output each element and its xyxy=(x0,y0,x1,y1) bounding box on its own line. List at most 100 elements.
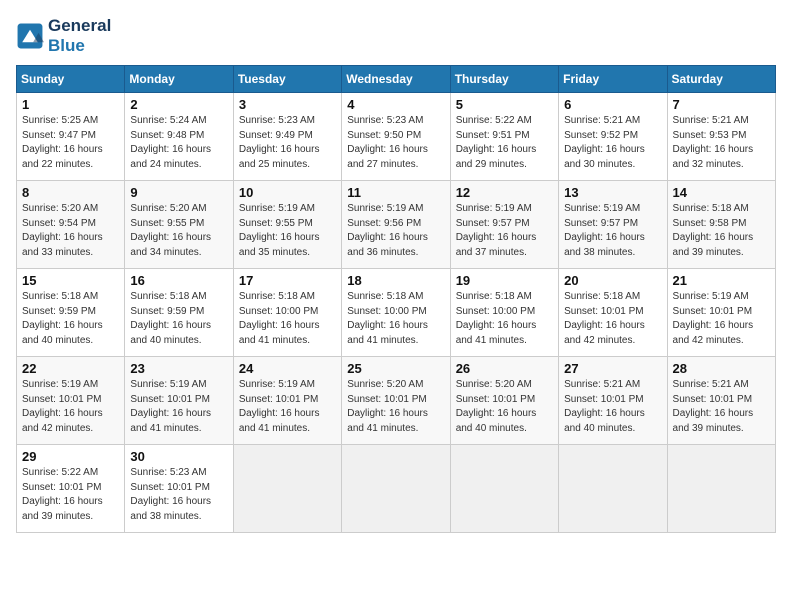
calendar-body: 1 Sunrise: 5:25 AMSunset: 9:47 PMDaylight… xyxy=(17,93,776,533)
weekday-header-cell: Sunday xyxy=(17,66,125,93)
weekday-header-cell: Monday xyxy=(125,66,233,93)
calendar-cell: 2 Sunrise: 5:24 AMSunset: 9:48 PMDaylight… xyxy=(125,93,233,181)
calendar-row: 29Sunrise: 5:22 AMSunset: 10:01 PMDaylig… xyxy=(17,445,776,533)
weekday-header-cell: Wednesday xyxy=(342,66,450,93)
calendar-cell: 28 Sunrise: 5:21 AMSunset: 10:01 PMDaylig… xyxy=(667,357,775,445)
weekday-header-cell: Friday xyxy=(559,66,667,93)
day-number: 15 xyxy=(22,273,119,288)
day-detail: Sunrise: 5:19 AMSunset: 10:01 PMDaylight… xyxy=(673,290,770,348)
day-detail: Sunrise: 5:18 AMSunset: 10:01 PMDaylight… xyxy=(564,290,661,348)
day-detail: Sunrise: 5:22 AMSunset: 10:01 PMDaylight… xyxy=(22,466,119,524)
day-detail: Sunrise: 5:21 AMSunset: 9:53 PMDaylight:… xyxy=(673,114,770,172)
day-number: 6 xyxy=(564,97,661,112)
day-number: 11 xyxy=(347,185,444,200)
calendar-row: 15 Sunrise: 5:18 AMSunset: 9:59 PMDayligh… xyxy=(17,269,776,357)
day-number: 16 xyxy=(130,273,227,288)
day-number: 14 xyxy=(673,185,770,200)
calendar-cell: 1 Sunrise: 5:25 AMSunset: 9:47 PMDaylight… xyxy=(17,93,125,181)
day-number: 8 xyxy=(22,185,119,200)
day-number: 5 xyxy=(456,97,553,112)
day-detail: Sunrise: 5:18 AMSunset: 9:58 PMDaylight:… xyxy=(673,202,770,260)
calendar-cell: 17 Sunrise: 5:18 AMSunset: 10:00 PMDaylig… xyxy=(233,269,341,357)
calendar-cell: 6 Sunrise: 5:21 AMSunset: 9:52 PMDaylight… xyxy=(559,93,667,181)
calendar-cell: 29Sunrise: 5:22 AMSunset: 10:01 PMDaylig… xyxy=(17,445,125,533)
day-detail: Sunrise: 5:19 AMSunset: 10:01 PMDaylight… xyxy=(239,378,336,436)
day-detail: Sunrise: 5:18 AMSunset: 10:00 PMDaylight… xyxy=(239,290,336,348)
day-detail: Sunrise: 5:19 AMSunset: 10:01 PMDaylight… xyxy=(22,378,119,436)
logo-text: General Blue xyxy=(48,16,111,55)
day-detail: Sunrise: 5:24 AMSunset: 9:48 PMDaylight:… xyxy=(130,114,227,172)
day-detail: Sunrise: 5:23 AMSunset: 10:01 PMDaylight… xyxy=(130,466,227,524)
day-number: 19 xyxy=(456,273,553,288)
calendar-cell: 20 Sunrise: 5:18 AMSunset: 10:01 PMDaylig… xyxy=(559,269,667,357)
logo: General Blue xyxy=(16,16,111,55)
calendar-table: SundayMondayTuesdayWednesdayThursdayFrid… xyxy=(16,65,776,533)
day-number: 22 xyxy=(22,361,119,376)
day-number: 25 xyxy=(347,361,444,376)
calendar-cell: 7 Sunrise: 5:21 AMSunset: 9:53 PMDaylight… xyxy=(667,93,775,181)
day-number: 4 xyxy=(347,97,444,112)
day-detail: Sunrise: 5:18 AMSunset: 10:00 PMDaylight… xyxy=(347,290,444,348)
weekday-header-cell: Thursday xyxy=(450,66,558,93)
day-number: 17 xyxy=(239,273,336,288)
day-number: 3 xyxy=(239,97,336,112)
day-detail: Sunrise: 5:18 AMSunset: 10:00 PMDaylight… xyxy=(456,290,553,348)
calendar-cell: 19 Sunrise: 5:18 AMSunset: 10:00 PMDaylig… xyxy=(450,269,558,357)
day-number: 1 xyxy=(22,97,119,112)
day-detail: Sunrise: 5:19 AMSunset: 9:56 PMDaylight:… xyxy=(347,202,444,260)
calendar-cell: 3 Sunrise: 5:23 AMSunset: 9:49 PMDaylight… xyxy=(233,93,341,181)
day-number: 23 xyxy=(130,361,227,376)
day-detail: Sunrise: 5:19 AMSunset: 9:57 PMDaylight:… xyxy=(564,202,661,260)
day-detail: Sunrise: 5:20 AMSunset: 10:01 PMDaylight… xyxy=(347,378,444,436)
day-number: 18 xyxy=(347,273,444,288)
day-detail: Sunrise: 5:20 AMSunset: 10:01 PMDaylight… xyxy=(456,378,553,436)
day-number: 20 xyxy=(564,273,661,288)
calendar-cell: 18 Sunrise: 5:18 AMSunset: 10:00 PMDaylig… xyxy=(342,269,450,357)
calendar-row: 22 Sunrise: 5:19 AMSunset: 10:01 PMDaylig… xyxy=(17,357,776,445)
day-number: 26 xyxy=(456,361,553,376)
calendar-row: 1 Sunrise: 5:25 AMSunset: 9:47 PMDaylight… xyxy=(17,93,776,181)
day-detail: Sunrise: 5:19 AMSunset: 9:57 PMDaylight:… xyxy=(456,202,553,260)
day-number: 30 xyxy=(130,449,227,464)
calendar-cell: 9 Sunrise: 5:20 AMSunset: 9:55 PMDaylight… xyxy=(125,181,233,269)
day-number: 2 xyxy=(130,97,227,112)
day-detail: Sunrise: 5:21 AMSunset: 10:01 PMDaylight… xyxy=(564,378,661,436)
day-number: 27 xyxy=(564,361,661,376)
calendar-cell: 21 Sunrise: 5:19 AMSunset: 10:01 PMDaylig… xyxy=(667,269,775,357)
calendar-cell xyxy=(667,445,775,533)
day-detail: Sunrise: 5:20 AMSunset: 9:54 PMDaylight:… xyxy=(22,202,119,260)
day-number: 7 xyxy=(673,97,770,112)
day-detail: Sunrise: 5:25 AMSunset: 9:47 PMDaylight:… xyxy=(22,114,119,172)
day-detail: Sunrise: 5:22 AMSunset: 9:51 PMDaylight:… xyxy=(456,114,553,172)
calendar-cell xyxy=(342,445,450,533)
calendar-cell xyxy=(233,445,341,533)
calendar-cell: 5 Sunrise: 5:22 AMSunset: 9:51 PMDaylight… xyxy=(450,93,558,181)
calendar-cell: 8 Sunrise: 5:20 AMSunset: 9:54 PMDaylight… xyxy=(17,181,125,269)
calendar-row: 8 Sunrise: 5:20 AMSunset: 9:54 PMDaylight… xyxy=(17,181,776,269)
calendar-cell: 22 Sunrise: 5:19 AMSunset: 10:01 PMDaylig… xyxy=(17,357,125,445)
day-number: 12 xyxy=(456,185,553,200)
day-number: 28 xyxy=(673,361,770,376)
day-number: 13 xyxy=(564,185,661,200)
day-detail: Sunrise: 5:23 AMSunset: 9:49 PMDaylight:… xyxy=(239,114,336,172)
day-detail: Sunrise: 5:23 AMSunset: 9:50 PMDaylight:… xyxy=(347,114,444,172)
day-number: 10 xyxy=(239,185,336,200)
day-detail: Sunrise: 5:18 AMSunset: 9:59 PMDaylight:… xyxy=(22,290,119,348)
day-detail: Sunrise: 5:21 AMSunset: 10:01 PMDaylight… xyxy=(673,378,770,436)
calendar-cell: 23Sunrise: 5:19 AMSunset: 10:01 PMDaylig… xyxy=(125,357,233,445)
day-detail: Sunrise: 5:21 AMSunset: 9:52 PMDaylight:… xyxy=(564,114,661,172)
day-number: 21 xyxy=(673,273,770,288)
calendar-cell: 16Sunrise: 5:18 AMSunset: 9:59 PMDayligh… xyxy=(125,269,233,357)
calendar-cell: 26 Sunrise: 5:20 AMSunset: 10:01 PMDaylig… xyxy=(450,357,558,445)
day-detail: Sunrise: 5:20 AMSunset: 9:55 PMDaylight:… xyxy=(130,202,227,260)
logo-icon xyxy=(16,22,44,50)
day-detail: Sunrise: 5:19 AMSunset: 9:55 PMDaylight:… xyxy=(239,202,336,260)
day-number: 9 xyxy=(130,185,227,200)
calendar-cell: 14 Sunrise: 5:18 AMSunset: 9:58 PMDayligh… xyxy=(667,181,775,269)
weekday-header-row: SundayMondayTuesdayWednesdayThursdayFrid… xyxy=(17,66,776,93)
calendar-cell: 30 Sunrise: 5:23 AMSunset: 10:01 PMDaylig… xyxy=(125,445,233,533)
calendar-cell xyxy=(559,445,667,533)
calendar-cell: 13 Sunrise: 5:19 AMSunset: 9:57 PMDayligh… xyxy=(559,181,667,269)
calendar-cell: 4 Sunrise: 5:23 AMSunset: 9:50 PMDaylight… xyxy=(342,93,450,181)
calendar-cell xyxy=(450,445,558,533)
